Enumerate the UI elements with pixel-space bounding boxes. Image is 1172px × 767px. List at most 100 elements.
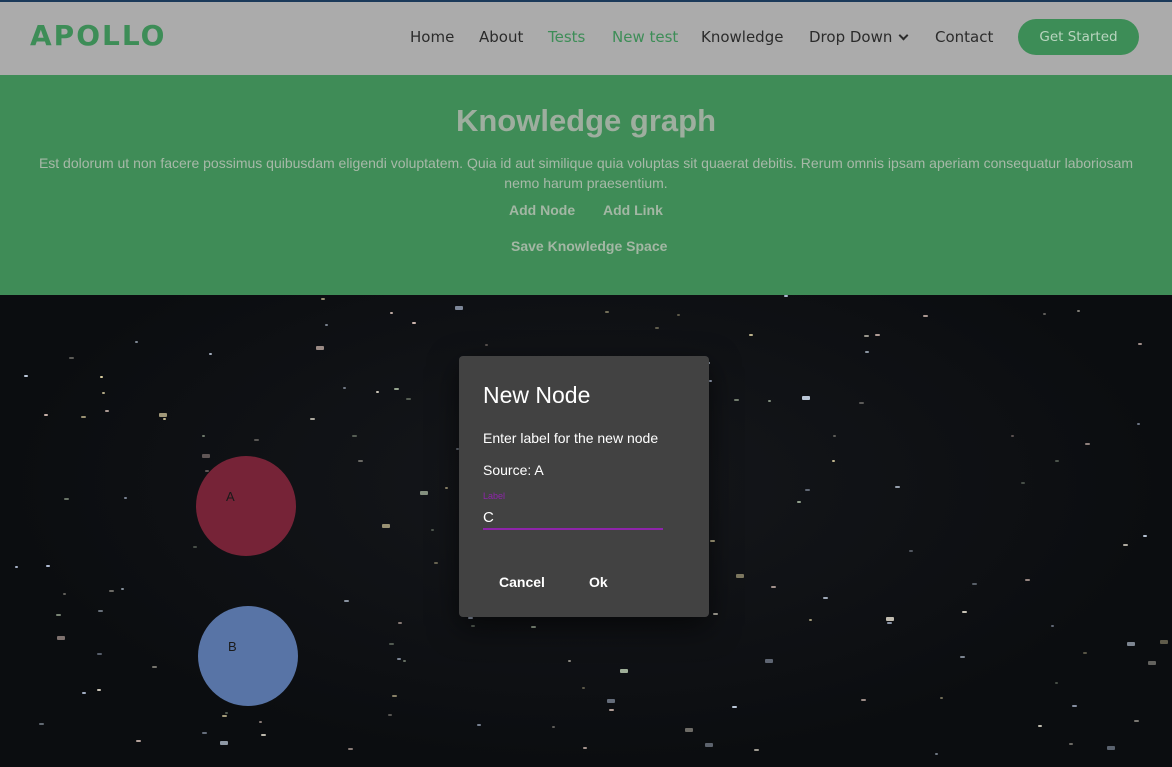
star-speck	[388, 714, 392, 716]
nav-new-test[interactable]: New test	[612, 28, 678, 46]
star-speck	[109, 590, 114, 592]
star-speck	[485, 344, 488, 346]
ok-button[interactable]: Ok	[589, 574, 608, 590]
star-speck	[376, 391, 379, 393]
star-speck	[406, 398, 411, 400]
star-speck	[823, 597, 828, 599]
star-speck	[15, 566, 18, 568]
star-speck	[124, 497, 127, 499]
dialog-title: New Node	[483, 382, 591, 408]
add-node-button[interactable]: Add Node	[509, 202, 575, 218]
star-speck	[202, 732, 207, 734]
star-speck	[685, 728, 693, 732]
label-field-caption: Label	[483, 491, 506, 501]
star-speck	[261, 734, 266, 736]
star-speck	[159, 413, 167, 417]
star-speck	[809, 619, 812, 621]
star-speck	[1107, 746, 1115, 750]
nav-tests[interactable]: Tests	[548, 28, 585, 46]
star-speck	[609, 709, 614, 711]
dialog-source: Source: A	[483, 462, 544, 478]
star-speck	[39, 723, 44, 725]
graph-node-b[interactable]: B	[198, 606, 298, 706]
chevron-down-icon	[898, 30, 909, 41]
star-speck	[886, 617, 894, 621]
star-speck	[102, 392, 105, 394]
star-speck	[316, 346, 324, 350]
star-speck	[962, 611, 967, 613]
star-speck	[222, 715, 227, 717]
cancel-button[interactable]: Cancel	[499, 574, 545, 590]
star-speck	[468, 617, 473, 619]
star-speck	[434, 562, 438, 564]
star-speck	[403, 660, 406, 662]
star-speck	[833, 435, 836, 437]
star-speck	[63, 593, 66, 595]
get-started-button[interactable]: Get Started	[1018, 19, 1139, 55]
star-speck	[909, 550, 913, 552]
star-speck	[344, 600, 349, 602]
nav-knowledge[interactable]: Knowledge	[701, 28, 783, 46]
star-speck	[471, 625, 475, 627]
star-speck	[445, 487, 448, 489]
star-speck	[100, 376, 103, 378]
star-speck	[620, 669, 628, 673]
page-description: Est dolorum ut non facere possimus quibu…	[38, 155, 1134, 191]
star-speck	[420, 491, 428, 495]
nav-dropdown[interactable]: Drop Down	[809, 28, 909, 46]
nav-contact[interactable]: Contact	[935, 28, 993, 46]
star-speck	[209, 353, 212, 355]
star-speck	[397, 658, 401, 660]
star-speck	[861, 699, 866, 701]
star-speck	[358, 460, 363, 462]
star-speck	[321, 298, 325, 300]
star-speck	[1038, 725, 1042, 727]
star-speck	[1160, 640, 1168, 644]
star-speck	[754, 749, 759, 751]
star-speck	[152, 666, 157, 668]
node-label-input[interactable]	[483, 506, 663, 530]
graph-node-a[interactable]: A	[196, 456, 296, 556]
star-speck	[69, 357, 74, 359]
nav-about[interactable]: About	[479, 28, 523, 46]
star-speck	[82, 692, 86, 694]
star-speck	[1051, 625, 1054, 627]
star-speck	[81, 416, 86, 418]
star-speck	[254, 439, 259, 441]
star-speck	[56, 614, 61, 616]
star-speck	[805, 489, 810, 491]
star-speck	[343, 387, 346, 389]
star-speck	[923, 315, 928, 317]
nav-home[interactable]: Home	[410, 28, 454, 46]
star-speck	[455, 306, 463, 310]
graph-node-label: B	[228, 639, 237, 654]
add-link-button[interactable]: Add Link	[603, 202, 663, 218]
star-speck	[784, 295, 788, 297]
star-speck	[392, 695, 397, 697]
star-speck	[431, 529, 434, 531]
star-speck	[709, 380, 712, 382]
star-speck	[477, 724, 481, 726]
star-speck	[394, 388, 399, 390]
star-speck	[768, 400, 771, 402]
star-speck	[57, 636, 65, 640]
star-speck	[121, 588, 124, 590]
page-title: Knowledge graph	[455, 103, 717, 138]
graph-node-label: A	[226, 489, 235, 504]
star-speck	[749, 334, 753, 336]
star-speck	[765, 659, 773, 663]
save-knowledge-space-button[interactable]: Save Knowledge Space	[511, 238, 667, 254]
star-speck	[605, 311, 609, 313]
star-speck	[972, 583, 977, 585]
star-speck	[1043, 313, 1046, 315]
star-speck	[135, 341, 138, 343]
star-speck	[1143, 535, 1147, 537]
star-speck	[398, 622, 402, 624]
star-speck	[325, 324, 328, 326]
star-speck	[1137, 423, 1140, 425]
star-speck	[193, 546, 197, 548]
star-speck	[202, 454, 210, 458]
brand-logo[interactable]: APOLLO	[30, 19, 166, 52]
star-speck	[44, 414, 48, 416]
star-speck	[1083, 652, 1087, 654]
